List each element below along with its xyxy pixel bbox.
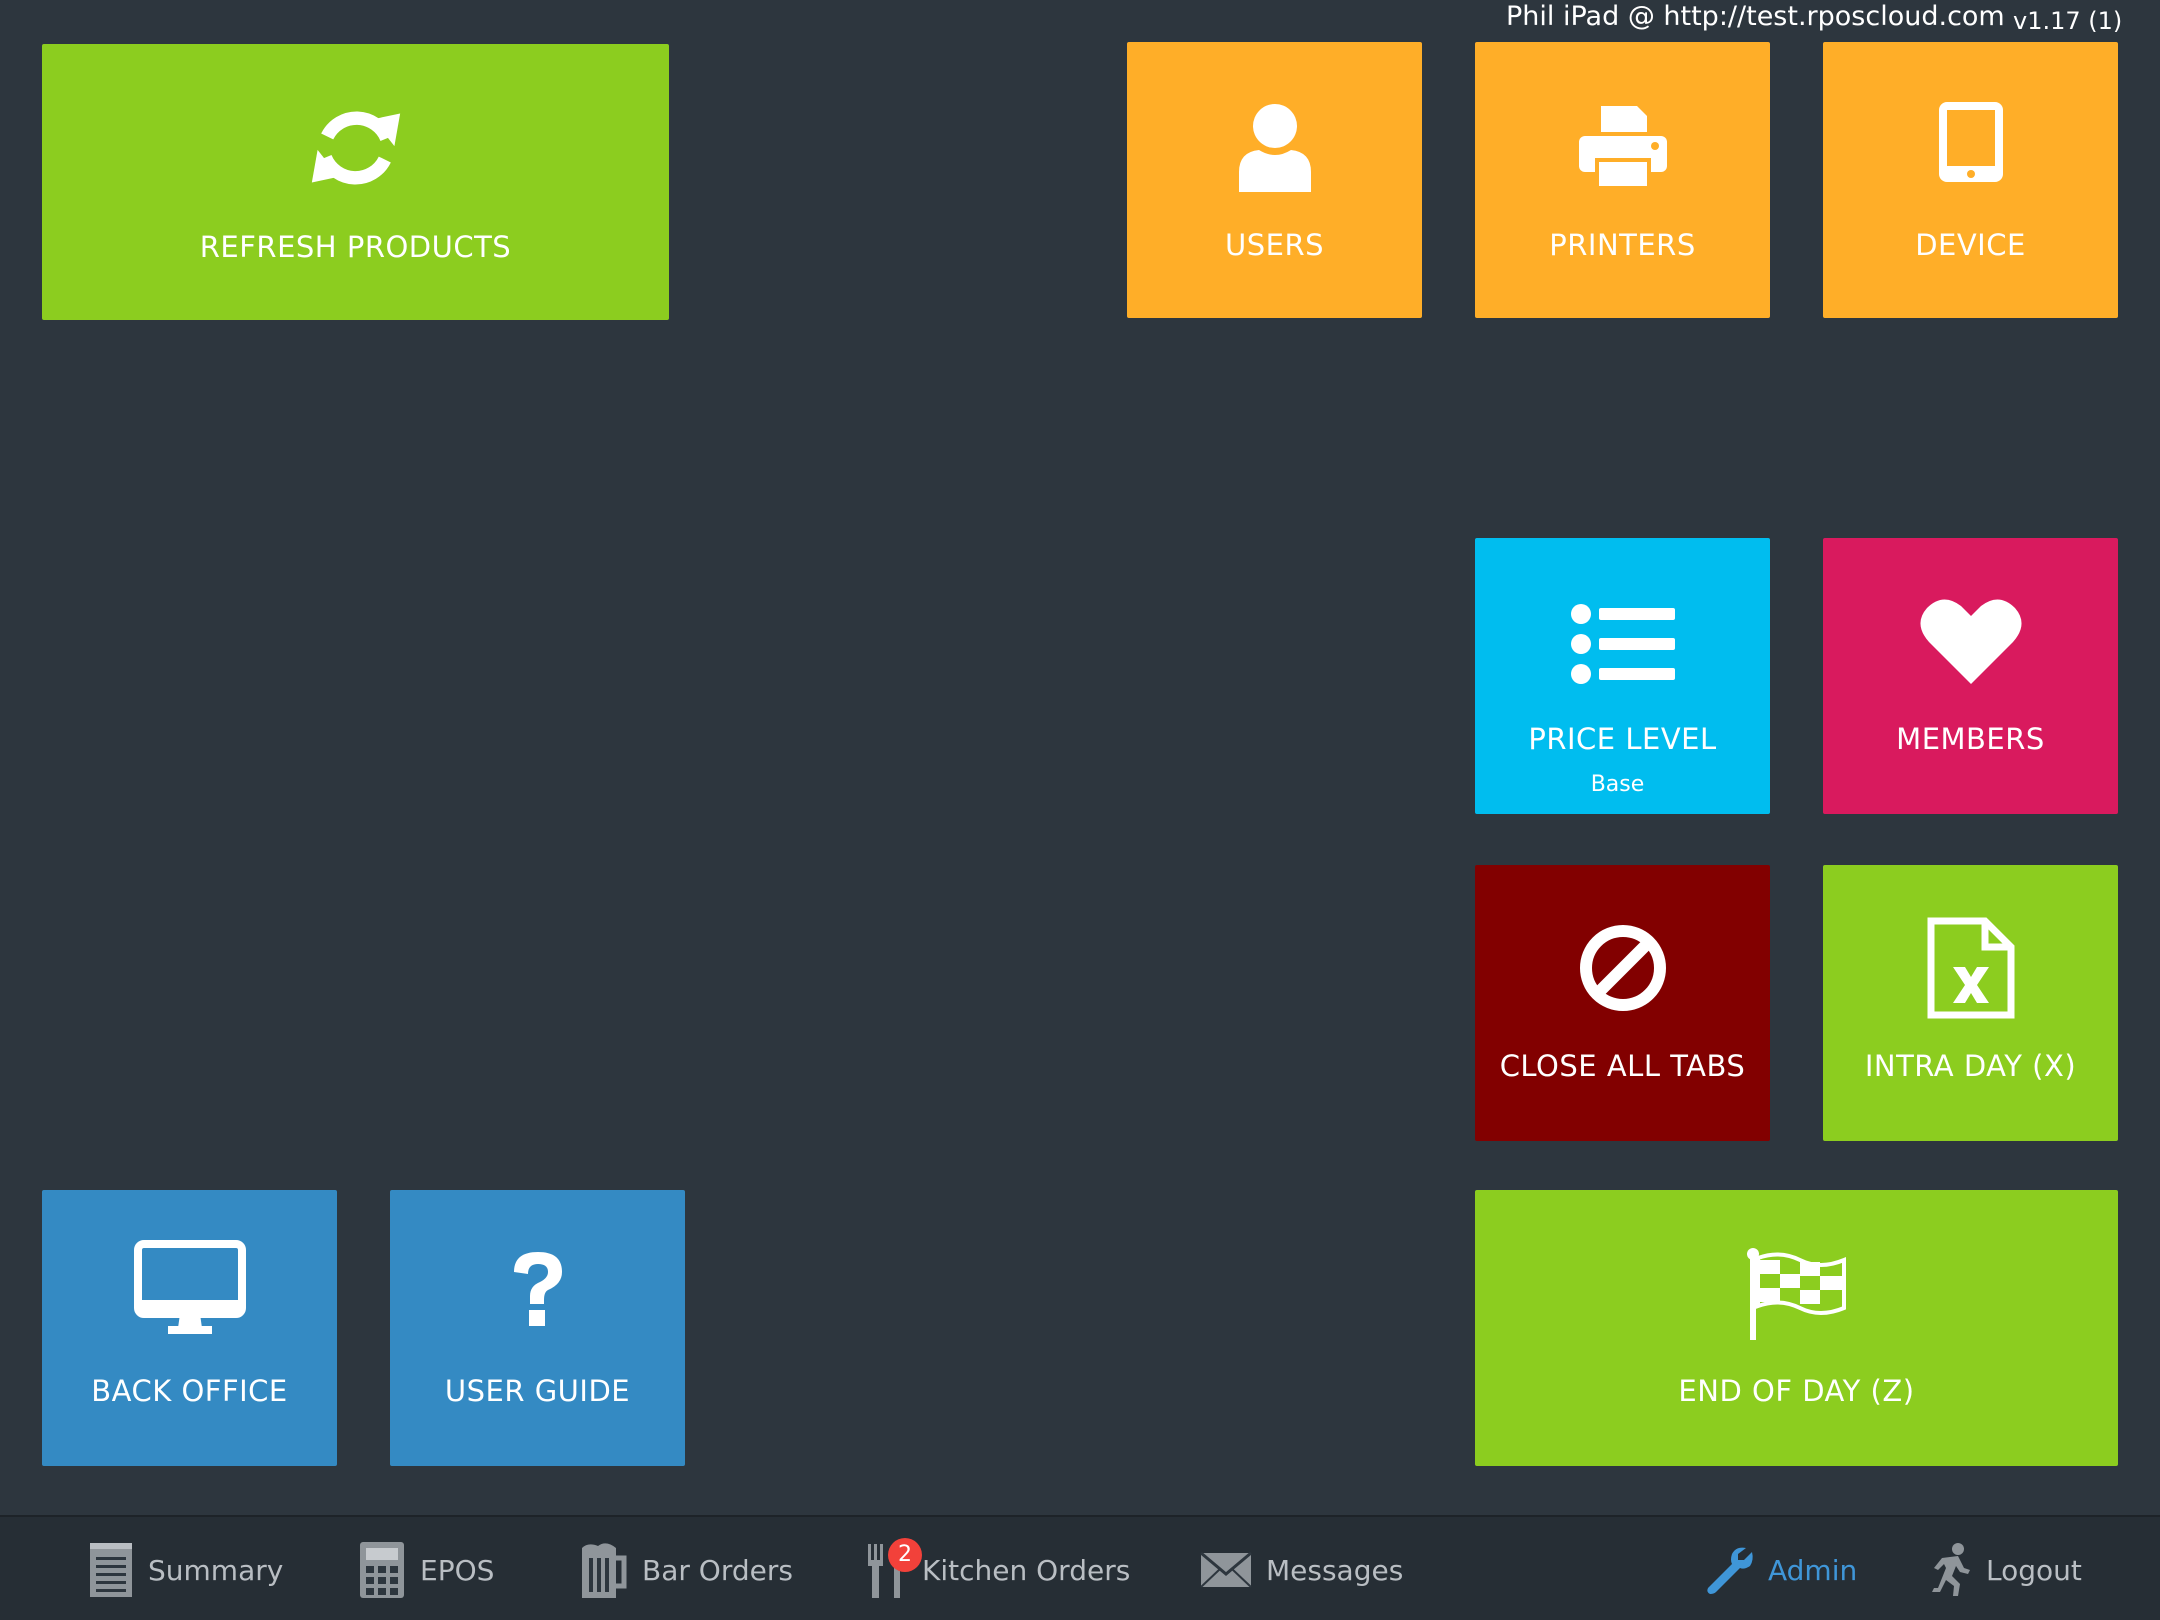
beer-mug-icon bbox=[578, 1540, 628, 1600]
price-level-value: Base bbox=[1590, 772, 1645, 797]
checkered-flag-icon bbox=[1475, 1248, 2118, 1340]
admin-screen: Phil iPad @ http://test.rposcloud.com v1… bbox=[0, 0, 2160, 1620]
app-version: v1.17 (1) bbox=[2013, 7, 2123, 35]
close-all-tabs-label: CLOSE ALL TABS bbox=[1499, 1049, 1746, 1083]
users-label: USERS bbox=[1224, 228, 1324, 262]
nav-summary[interactable]: Summary bbox=[88, 1539, 283, 1601]
user-guide-label: USER GUIDE bbox=[444, 1374, 631, 1408]
nav-bar-orders[interactable]: Bar Orders bbox=[578, 1539, 793, 1601]
close-all-tabs-button[interactable]: CLOSE ALL TABS bbox=[1475, 865, 1770, 1141]
price-level-label: PRICE LEVEL bbox=[1528, 722, 1717, 756]
refresh-products-button[interactable]: REFRESH PRODUCTS bbox=[42, 44, 669, 320]
envelope-icon bbox=[1200, 1552, 1252, 1588]
monitor-icon bbox=[42, 1240, 337, 1338]
nav-messages-label: Messages bbox=[1266, 1553, 1404, 1587]
printers-label: PRINTERS bbox=[1549, 228, 1696, 262]
nav-admin[interactable]: Admin bbox=[1702, 1539, 1857, 1601]
calculator-icon bbox=[358, 1540, 406, 1600]
nav-summary-label: Summary bbox=[148, 1553, 284, 1587]
device-info: Phil iPad @ http://test.rposcloud.com bbox=[1506, 1, 2005, 32]
nav-kitchen-orders[interactable]: 2 Kitchen Orders bbox=[866, 1538, 1131, 1601]
nav-logout[interactable]: Logout bbox=[1928, 1539, 2082, 1601]
question-icon bbox=[390, 1250, 685, 1328]
users-button[interactable]: USERS bbox=[1127, 42, 1422, 318]
user-guide-button[interactable]: USER GUIDE bbox=[390, 1190, 685, 1466]
running-man-icon bbox=[1928, 1542, 1972, 1598]
end-of-day-label: END OF DAY (Z) bbox=[1678, 1374, 1915, 1408]
fork-knife-icon: 2 bbox=[866, 1538, 922, 1600]
nav-bar-orders-label: Bar Orders bbox=[642, 1553, 793, 1587]
heart-icon bbox=[1823, 596, 2118, 686]
intra-day-label: INTRA DAY (X) bbox=[1864, 1049, 2077, 1083]
intra-day-button[interactable]: INTRA DAY (X) bbox=[1823, 865, 2118, 1141]
nav-messages[interactable]: Messages bbox=[1200, 1539, 1403, 1601]
nav-epos[interactable]: EPOS bbox=[358, 1539, 494, 1601]
printer-icon bbox=[1475, 102, 1770, 192]
nav-logout-label: Logout bbox=[1986, 1553, 2082, 1587]
ban-icon bbox=[1475, 923, 1770, 1013]
end-of-day-button[interactable]: END OF DAY (Z) bbox=[1475, 1190, 2118, 1466]
excel-file-icon bbox=[1823, 917, 2118, 1019]
back-office-button[interactable]: BACK OFFICE bbox=[42, 1190, 337, 1466]
nav-epos-label: EPOS bbox=[420, 1553, 495, 1587]
nav-kitchen-orders-label: Kitchen Orders bbox=[922, 1553, 1131, 1587]
bottom-tab-bar: Summary EPOS Bar Orders 2 Kitchen Orders… bbox=[0, 1515, 2160, 1620]
device-button[interactable]: DEVICE bbox=[1823, 42, 2118, 318]
back-office-label: BACK OFFICE bbox=[91, 1374, 288, 1408]
price-level-button[interactable]: PRICE LEVEL Base bbox=[1475, 538, 1770, 814]
members-label: MEMBERS bbox=[1896, 722, 2045, 756]
refresh-products-label: REFRESH PRODUCTS bbox=[199, 230, 512, 264]
refresh-icon bbox=[42, 100, 669, 196]
tablet-icon bbox=[1823, 100, 2118, 184]
kitchen-orders-badge: 2 bbox=[888, 1538, 922, 1572]
members-button[interactable]: MEMBERS bbox=[1823, 538, 2118, 814]
user-icon bbox=[1127, 100, 1422, 194]
wrench-icon bbox=[1702, 1544, 1754, 1596]
nav-admin-label: Admin bbox=[1768, 1553, 1858, 1587]
list-icon bbox=[1475, 602, 1770, 686]
printers-button[interactable]: PRINTERS bbox=[1475, 42, 1770, 318]
notepad-icon bbox=[88, 1541, 134, 1599]
device-label: DEVICE bbox=[1915, 228, 2026, 262]
